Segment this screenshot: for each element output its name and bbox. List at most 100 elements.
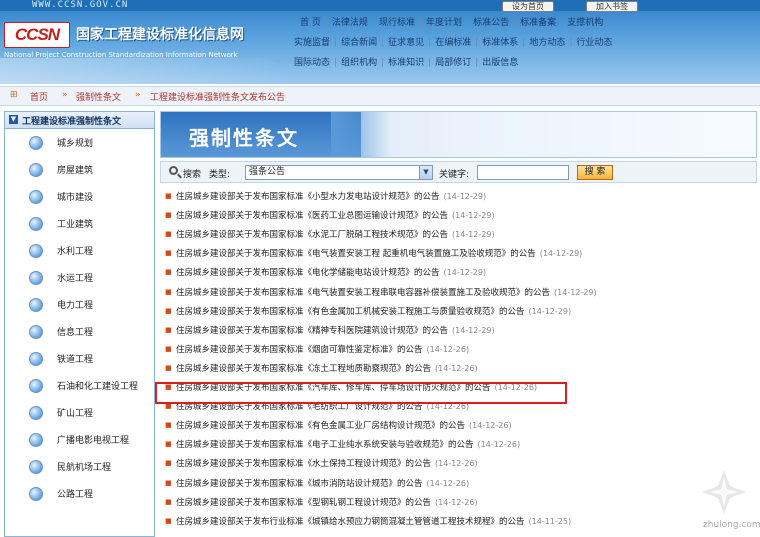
breadcrumb-home[interactable]: 首页 [30, 90, 48, 103]
list-item-title[interactable]: 住房城乡建设部关于发布国家标准《型钢轧钢工程设计规范》的公告 [176, 498, 431, 508]
list-item[interactable]: ■ 住房城乡建设部关于发布国家标准《医药工业总图运输设计规范》的公告 (14-12-… [160, 206, 757, 225]
nav-link[interactable]: 局部修订 [435, 58, 471, 68]
nav-link[interactable]: 标准公告 [473, 18, 509, 28]
list-item-title[interactable]: 住房城乡建设部关于发布国家标准《烟囱可靠性鉴定标准》的公告 [176, 345, 423, 355]
sidebar-item[interactable]: 矿山工程 [11, 401, 149, 423]
list-item[interactable]: ■ 住房城乡建设部关于发布行业标准《城镇给水预应力钢筒混凝土管管道工程技术规程》的… [160, 512, 757, 531]
nav-row: 国际动态 | 组织机构 | 标准知识 | 局部修订 | 出版信息 [294, 55, 518, 75]
site-logo[interactable]: CCSN [4, 22, 70, 48]
nav-link[interactable]: 实施监督 [294, 38, 330, 48]
list-item-link[interactable]: 住房城乡建设部关于发布国家标准《电子工业纯水系统安装与验收规范》的公告 (14-1… [176, 438, 520, 450]
sidebar-item[interactable]: 水运工程 [11, 266, 149, 288]
list-item[interactable]: ■ 住房城乡建设部关于发布国家标准《电子工业纯水系统安装与验收规范》的公告 (14-… [160, 435, 757, 454]
sidebar-item[interactable]: 铁道工程 [11, 347, 149, 369]
nav-link[interactable]: 行业动态 [576, 38, 612, 48]
nav-separator: | [569, 38, 573, 48]
nav-link[interactable]: 首 页 [300, 18, 321, 28]
list-item-link[interactable]: 住房城乡建设部关于发布国家标准《精神专科医院建筑设计规范》的公告 (14-12-2… [176, 324, 495, 336]
list-item-title[interactable]: 住房城乡建设部关于发布行业标准《城镇给水预应力钢筒混凝土管管道工程技术规程》的公… [176, 517, 525, 527]
nav-link[interactable]: 年度计划 [426, 18, 462, 28]
nav-link[interactable]: 标准备案 [520, 18, 556, 28]
list-item-link[interactable]: 住房城乡建设部关于发布行业标准《城镇给水预应力钢筒混凝土管管道工程技术规程》的公… [176, 515, 571, 527]
nav-link[interactable]: 法律法规 [332, 18, 368, 28]
list-item-link[interactable]: 住房城乡建设部关于发布国家标准《电气装置安装工程 起重机电气装置施工及验收规范》… [176, 247, 582, 259]
nav-link[interactable]: 现行标准 [379, 18, 415, 28]
type-select[interactable]: 强条公告 ▼ [245, 165, 433, 180]
list-item-date: (14-12-29) [452, 211, 495, 221]
nav-link[interactable]: 地方动态 [529, 38, 565, 48]
nav-link[interactable]: 标准体系 [482, 38, 518, 48]
home-arrow-icon: ⊞ [10, 90, 18, 100]
nav-link[interactable]: 组织机构 [341, 58, 377, 68]
list-item[interactable]: ■ 住房城乡建设部关于发布国家标准《型钢轧钢工程设计规范》的公告 (14-12-26… [160, 493, 757, 512]
nav-link[interactable]: 在编标准 [435, 38, 471, 48]
list-item[interactable]: ■ 住房城乡建设部关于发布国家标准《小型水力发电站设计规范》的公告 (14-12-2… [160, 187, 757, 206]
sidebar-item[interactable]: 水利工程 [11, 239, 149, 261]
nav-link[interactable]: 国际动态 [294, 58, 330, 68]
list-item-title[interactable]: 住房城乡建设部关于发布国家标准《电气装置安装工程串联电容器补偿装置施工及验收规范… [176, 288, 550, 298]
list-item-title[interactable]: 住房城乡建设部关于发布国家标准《水泥工厂脱硝工程技术规范》的公告 [176, 230, 448, 240]
list-item[interactable]: ■ 住房城乡建设部关于发布国家标准《电化学储能电站设计规范》的公告 (14-12-2… [160, 263, 757, 282]
list-item[interactable]: ■ 住房城乡建设部关于发布国家标准《城市消防站设计规范》的公告 (14-12-26) [160, 474, 757, 493]
sidebar-item[interactable]: 民航机场工程 [11, 455, 149, 477]
chevron-down-icon[interactable]: ▼ [419, 166, 432, 179]
sidebar-item-label: 城市建设 [57, 193, 94, 203]
list-item-title[interactable]: 住房城乡建设部关于发布国家标准《水土保持工程设计规范》的公告 [176, 459, 431, 469]
list-item[interactable]: ■ 住房城乡建设部关于发布国家标准《电气装置安装工程 起重机电气装置施工及验收规范… [160, 244, 757, 263]
list-item-title[interactable]: 住房城乡建设部关于发布国家标准《医药工业总图运输设计规范》的公告 [176, 211, 448, 221]
search-label: 搜索 [183, 170, 202, 180]
sidebar-item[interactable]: 广播电影电视工程 [11, 428, 149, 450]
list-item-link[interactable]: 住房城乡建设部关于发布国家标准《型钢轧钢工程设计规范》的公告 (14-12-26) [176, 496, 478, 508]
list-item-title[interactable]: 住房城乡建设部关于发布国家标准《城市消防站设计规范》的公告 [176, 479, 423, 489]
keyword-input[interactable] [477, 165, 569, 180]
sidebar-item[interactable]: 电力工程 [11, 293, 149, 315]
list-item-link[interactable]: 住房城乡建设部关于发布国家标准《烟囱可靠性鉴定标准》的公告 (14-12-26) [176, 343, 469, 355]
nav-link[interactable]: 出版信息 [482, 58, 518, 68]
list-item-link[interactable]: 住房城乡建设部关于发布国家标准《水泥工厂脱硝工程技术规范》的公告 (14-12-2… [176, 228, 495, 240]
list-item-title[interactable]: 住房城乡建设部关于发布国家标准《有色金属工业厂房结构设计规范》的公告 [176, 421, 465, 431]
list-item[interactable]: ■ 住房城乡建设部关于发布国家标准《水土保持工程设计规范》的公告 (14-12-26… [160, 454, 757, 473]
sidebar-item[interactable]: 城乡规划 [11, 131, 149, 153]
list-item[interactable]: ■ 住房城乡建设部关于发布国家标准《烟囱可靠性鉴定标准》的公告 (14-12-26) [160, 340, 757, 359]
list-item[interactable]: ■ 住房城乡建设部关于发布国家标准《电气装置安装工程串联电容器补偿装置施工及验收规… [160, 283, 757, 302]
list-item[interactable]: ■ 住房城乡建设部关于发布国家标准《精神专科医院建筑设计规范》的公告 (14-12-… [160, 321, 757, 340]
list-item-link[interactable]: 住房城乡建设部关于发布国家标准《电化学储能电站设计规范》的公告 (14-12-29… [176, 266, 486, 278]
list-item[interactable]: ■ 住房城乡建设部关于发布国家标准《有色金属加工机械安装工程施工与质量验收规范》的… [160, 302, 757, 321]
search-button[interactable]: 搜 索 [577, 165, 613, 180]
nav-link[interactable]: 支撑机构 [567, 18, 603, 28]
add-bookmark-button[interactable]: 加入书签 [586, 1, 638, 12]
list-item-title[interactable]: 住房城乡建设部关于发布国家标准《电化学储能电站设计规范》的公告 [176, 268, 440, 278]
nav-link[interactable]: 征求意见 [388, 38, 424, 48]
breadcrumb-mandatory[interactable]: 强制性条文 [76, 90, 121, 103]
list-item-link[interactable]: 住房城乡建设部关于发布国家标准《医药工业总图运输设计规范》的公告 (14-12-2… [176, 209, 495, 221]
sidebar-item[interactable]: 城市建设 [11, 185, 149, 207]
list-item-link[interactable]: 住房城乡建设部关于发布国家标准《冻土工程地质勘察规范》的公告 (14-12-26) [176, 362, 478, 374]
sidebar-item[interactable]: 石油和化工建设工程 [11, 374, 149, 396]
list-item-link[interactable]: 住房城乡建设部关于发布国家标准《有色金属加工机械安装工程施工与质量验收规范》的公… [176, 305, 571, 317]
sidebar-item[interactable]: 工业建筑 [11, 212, 149, 234]
list-item-title[interactable]: 住房城乡建设部关于发布国家标准《冻土工程地质勘察规范》的公告 [176, 364, 431, 374]
list-item-link[interactable]: 住房城乡建设部关于发布国家标准《电气装置安装工程串联电容器补偿装置施工及验收规范… [176, 286, 597, 298]
list-item-title[interactable]: 住房城乡建设部关于发布国家标准《有色金属加工机械安装工程施工与质量验收规范》的公… [176, 307, 525, 317]
list-item-link[interactable]: 住房城乡建设部关于发布国家标准《有色金属工业厂房结构设计规范》的公告 (14-12… [176, 419, 512, 431]
list-item[interactable]: ■ 住房城乡建设部关于发布国家标准《有色金属工业厂房结构设计规范》的公告 (14-1… [160, 416, 757, 435]
sidebar-item[interactable]: 信息工程 [11, 320, 149, 342]
sidebar-item[interactable]: 公路工程 [11, 482, 149, 504]
list-item[interactable]: ■ 住房城乡建设部关于发布国家标准《冻土工程地质勘察规范》的公告 (14-12-26… [160, 359, 757, 378]
list-item-link[interactable]: 住房城乡建设部关于发布国家标准《水土保持工程设计规范》的公告 (14-12-26) [176, 457, 478, 469]
list-item-title[interactable]: 住房城乡建设部关于发布国家标准《小型水力发电站设计规范》的公告 [176, 192, 440, 202]
list-item-title[interactable]: 住房城乡建设部关于发布国家标准《精神专科医院建筑设计规范》的公告 [176, 326, 448, 336]
list-item-link[interactable]: 住房城乡建设部关于发布国家标准《城市消防站设计规范》的公告 (14-12-26) [176, 477, 469, 489]
list-item-title[interactable]: 住房城乡建设部关于发布国家标准《电气装置安装工程 起重机电气装置施工及验收规范》… [176, 249, 536, 259]
list-item-title[interactable]: 住房城乡建设部关于发布国家标准《电子工业纯水系统安装与验收规范》的公告 [176, 440, 474, 450]
breadcrumb-current[interactable]: 工程建设标准强制性条文发布公告 [150, 90, 285, 103]
nav-separator: | [334, 38, 338, 48]
list-item[interactable]: ■ 住房城乡建设部关于发布国家标准《水泥工厂脱硝工程技术规范》的公告 (14-12-… [160, 225, 757, 244]
sidebar-item[interactable]: 房屋建筑 [11, 158, 149, 180]
nav-link[interactable]: 综合新闻 [341, 38, 377, 48]
nav-link[interactable]: 标准知识 [388, 58, 424, 68]
list-item-link[interactable]: 住房城乡建设部关于发布国家标准《小型水力发电站设计规范》的公告 (14-12-29… [176, 190, 486, 202]
header-decoration [0, 58, 290, 84]
bullet-icon: ■ [165, 421, 172, 430]
set-home-button[interactable]: 设为首页 [502, 1, 554, 12]
